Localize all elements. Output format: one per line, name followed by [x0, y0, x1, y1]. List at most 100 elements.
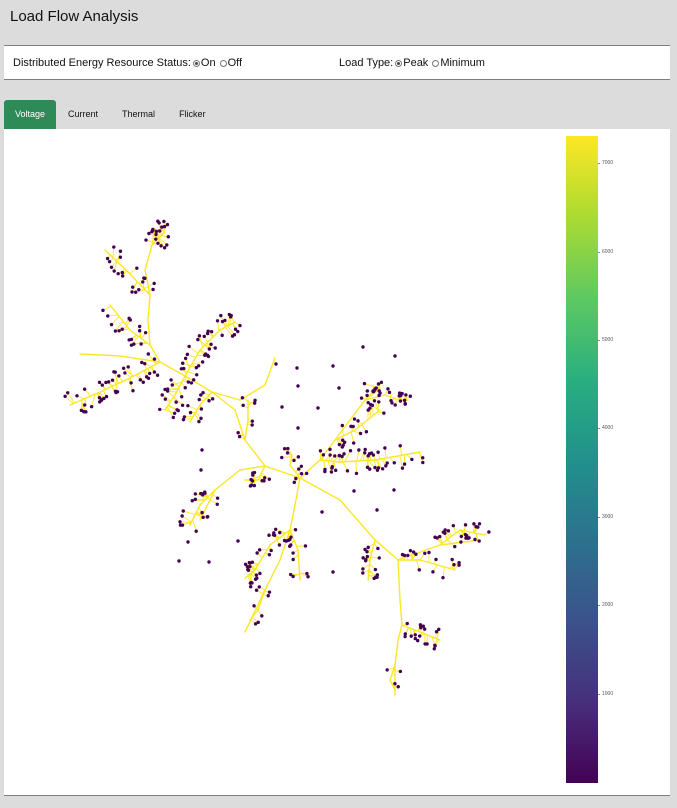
- bus-node[interactable]: [165, 222, 170, 227]
- bus-node[interactable]: [165, 243, 169, 247]
- bus-node[interactable]: [186, 540, 190, 544]
- bus-node[interactable]: [162, 219, 166, 224]
- bus-node[interactable]: [452, 563, 456, 567]
- bus-node[interactable]: [238, 323, 242, 328]
- bus-node[interactable]: [240, 396, 245, 400]
- bus-node[interactable]: [262, 479, 266, 483]
- bus-node[interactable]: [434, 557, 438, 562]
- bus-node[interactable]: [274, 527, 278, 531]
- bus-node[interactable]: [341, 443, 345, 447]
- bus-node[interactable]: [371, 453, 376, 457]
- bus-node[interactable]: [147, 231, 151, 236]
- bus-node[interactable]: [365, 393, 369, 398]
- bus-node[interactable]: [392, 461, 396, 465]
- bus-node[interactable]: [453, 544, 457, 549]
- bus-node[interactable]: [333, 454, 337, 458]
- bus-node[interactable]: [285, 451, 290, 455]
- bus-node[interactable]: [333, 468, 338, 473]
- bus-node[interactable]: [117, 374, 121, 378]
- bus-node[interactable]: [450, 557, 454, 562]
- bus-node[interactable]: [193, 492, 198, 496]
- bus-node[interactable]: [366, 454, 370, 458]
- bus-node[interactable]: [201, 391, 205, 395]
- bus-node[interactable]: [195, 373, 199, 377]
- bus-node[interactable]: [245, 564, 250, 569]
- bus-node[interactable]: [396, 685, 400, 689]
- tab-flicker[interactable]: Flicker: [167, 100, 218, 129]
- bus-node[interactable]: [186, 403, 190, 408]
- bus-node[interactable]: [451, 523, 456, 528]
- bus-node[interactable]: [373, 567, 378, 572]
- bus-node[interactable]: [188, 410, 193, 415]
- bus-node[interactable]: [253, 398, 257, 403]
- bus-node[interactable]: [199, 416, 203, 421]
- bus-node[interactable]: [196, 337, 200, 342]
- bus-node[interactable]: [487, 530, 491, 534]
- bus-node[interactable]: [121, 366, 126, 371]
- bus-node[interactable]: [438, 534, 442, 539]
- bus-node[interactable]: [383, 446, 387, 450]
- bus-node[interactable]: [171, 415, 176, 420]
- bus-node[interactable]: [199, 468, 203, 472]
- bus-node[interactable]: [250, 419, 255, 423]
- bus-node[interactable]: [262, 476, 267, 480]
- bus-node[interactable]: [82, 409, 86, 414]
- bus-node[interactable]: [441, 575, 445, 580]
- bus-node[interactable]: [117, 329, 121, 333]
- bus-node[interactable]: [257, 585, 261, 589]
- bus-node[interactable]: [138, 378, 143, 382]
- bus-node[interactable]: [375, 508, 379, 512]
- bus-node[interactable]: [101, 308, 105, 313]
- bus-node[interactable]: [132, 342, 136, 346]
- bus-node[interactable]: [359, 396, 364, 400]
- bus-node[interactable]: [203, 352, 208, 356]
- bus-node[interactable]: [340, 454, 344, 459]
- bus-node[interactable]: [384, 464, 388, 468]
- bus-node[interactable]: [286, 446, 290, 451]
- bus-node[interactable]: [306, 575, 310, 579]
- bus-node[interactable]: [405, 621, 409, 626]
- bus-node[interactable]: [140, 360, 144, 365]
- bus-node[interactable]: [352, 417, 357, 421]
- bus-node[interactable]: [207, 560, 211, 564]
- bus-node[interactable]: [253, 622, 258, 626]
- bus-node[interactable]: [323, 469, 327, 474]
- bus-node[interactable]: [373, 575, 378, 579]
- bus-node[interactable]: [249, 483, 254, 487]
- bus-node[interactable]: [183, 386, 187, 390]
- bus-node[interactable]: [423, 642, 427, 646]
- bus-node[interactable]: [337, 442, 342, 447]
- bus-node[interactable]: [421, 456, 425, 460]
- bus-node[interactable]: [400, 466, 405, 470]
- bus-node[interactable]: [112, 245, 116, 249]
- bus-node[interactable]: [366, 545, 370, 550]
- bus-node[interactable]: [408, 548, 413, 553]
- bus-node[interactable]: [255, 576, 259, 580]
- bus-node[interactable]: [135, 266, 139, 270]
- bus-node[interactable]: [363, 447, 367, 452]
- bus-node[interactable]: [213, 346, 217, 350]
- bus-node[interactable]: [476, 525, 480, 529]
- bus-node[interactable]: [296, 384, 300, 388]
- bus-node[interactable]: [170, 383, 174, 387]
- bus-node[interactable]: [372, 399, 377, 403]
- bus-node[interactable]: [162, 246, 167, 250]
- bus-node[interactable]: [252, 604, 256, 608]
- bus-node[interactable]: [404, 393, 408, 397]
- bus-node[interactable]: [316, 406, 320, 410]
- bus-node[interactable]: [351, 441, 356, 445]
- bus-node[interactable]: [477, 539, 481, 543]
- bus-node[interactable]: [258, 571, 262, 576]
- bus-node[interactable]: [410, 457, 414, 462]
- load-peak-radio[interactable]: Peak: [395, 57, 428, 69]
- bus-node[interactable]: [206, 329, 210, 333]
- bus-node[interactable]: [328, 447, 332, 452]
- bus-node[interactable]: [267, 533, 271, 537]
- bus-node[interactable]: [126, 365, 130, 369]
- bus-node[interactable]: [379, 380, 384, 385]
- bus-node[interactable]: [472, 522, 476, 526]
- bus-node[interactable]: [109, 265, 114, 269]
- bus-node[interactable]: [109, 322, 114, 327]
- bus-node[interactable]: [181, 509, 185, 513]
- bus-node[interactable]: [110, 378, 115, 382]
